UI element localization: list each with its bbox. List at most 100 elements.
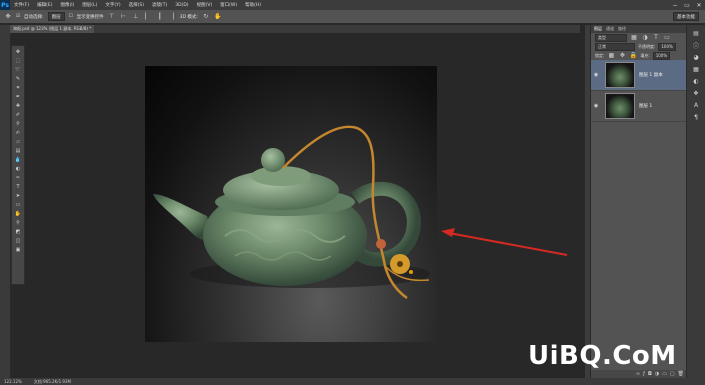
color-swatches-icon[interactable]: ◩ (13, 228, 23, 236)
auto-select-dropdown[interactable]: 图层 (47, 12, 65, 21)
zoom-tool-icon[interactable]: ⚲ (13, 219, 23, 227)
3d-mode-label: 3D 模式: (179, 14, 198, 20)
document-tab-bar: 海报.psd @ 123% (图层 1 副本, RGB/8) * (10, 25, 580, 33)
filter-row: 类型 ▦ ◑ T ▭ (591, 33, 687, 42)
styles-panel-icon[interactable]: ❖ (692, 89, 700, 97)
fill-input[interactable]: 100% (652, 51, 671, 60)
blend-mode-dropdown[interactable]: 正常 (595, 42, 635, 51)
layer-name[interactable]: 图层 1 副本 (639, 72, 663, 78)
adjustment-layer-icon[interactable]: ◑ (655, 371, 659, 377)
align-middle-icon[interactable]: ⊢ (120, 13, 128, 21)
document-tab[interactable]: 海报.psd @ 123% (图层 1 副本, RGB/8) * (10, 25, 95, 33)
link-layers-icon[interactable]: ∞ (636, 371, 640, 377)
zoom-level[interactable]: 122.12% (4, 379, 22, 384)
quick-select-icon[interactable]: ✎ (13, 75, 23, 83)
paragraph-panel-icon[interactable]: ¶ (692, 113, 700, 121)
blur-icon[interactable]: 💧 (13, 156, 23, 164)
document-size: 文档:965.2K/1.93M (33, 378, 71, 384)
pen-tool-icon[interactable]: ✑ (13, 174, 23, 182)
maximize-button[interactable]: ▭ (681, 0, 693, 10)
align-center-icon[interactable]: ┃ (156, 13, 164, 21)
lasso-tool-icon[interactable]: ➰ (13, 66, 23, 74)
align-left-icon[interactable]: ▏ (144, 13, 152, 21)
show-transform-checkbox[interactable]: ☐ (69, 14, 73, 19)
delete-layer-icon[interactable]: 🗑 (678, 371, 684, 377)
3d-pan-icon[interactable]: ✋ (214, 13, 222, 21)
clone-stamp-icon[interactable]: ⚲ (13, 120, 23, 128)
shape-tool-icon[interactable]: ▭ (13, 201, 23, 209)
filter-image-icon[interactable]: ▦ (630, 34, 638, 42)
screen-mode-icon[interactable]: ▣ (13, 246, 23, 254)
visibility-eye-icon[interactable]: ◉ (591, 103, 601, 109)
workspace-switcher[interactable]: 基本功能 (673, 12, 699, 21)
marquee-tool-icon[interactable]: ⬚ (13, 57, 23, 65)
menu-filter[interactable]: 滤镜(T) (148, 2, 171, 8)
menu-type[interactable]: 文字(Y) (101, 2, 124, 8)
filter-type-icon[interactable]: T (652, 34, 660, 42)
layer-row-selected[interactable]: ◉ 图层 1 副本 (591, 60, 687, 91)
character-panel-icon[interactable]: A (692, 101, 700, 109)
filter-adjust-icon[interactable]: ◑ (641, 34, 649, 42)
auto-select-label: 自动选择: (24, 14, 44, 20)
layer-thumbnail (605, 93, 635, 119)
menu-view[interactable]: 视图(V) (193, 2, 217, 8)
layer-name[interactable]: 图层 1 (639, 103, 652, 109)
color-panel-icon[interactable]: ◕ (692, 53, 700, 61)
eyedropper-icon[interactable]: ✒ (13, 93, 23, 101)
menu-window[interactable]: 窗口(W) (216, 2, 241, 8)
layer-row[interactable]: ◉ 图层 1 (591, 91, 687, 122)
canvas-image[interactable] (145, 66, 437, 342)
layer-thumbnail (605, 62, 635, 88)
menu-image[interactable]: 图像(I) (56, 2, 78, 8)
gradient-icon[interactable]: ▤ (13, 147, 23, 155)
visibility-eye-icon[interactable]: ◉ (591, 72, 601, 78)
menu-layer[interactable]: 图层(L) (78, 2, 101, 8)
path-select-icon[interactable]: ➤ (13, 192, 23, 200)
crop-tool-icon[interactable]: ⌗ (13, 84, 23, 92)
eraser-icon[interactable]: ▱ (13, 138, 23, 146)
fx-icon[interactable]: ƒ (643, 371, 645, 377)
add-mask-icon[interactable]: ◘ (648, 371, 652, 377)
hand-tool-icon[interactable]: ✋ (13, 210, 23, 218)
menu-3d[interactable]: 3D(D) (171, 3, 192, 8)
lock-all-icon[interactable]: 🔒 (629, 52, 637, 60)
history-panel-icon[interactable]: ▤ (692, 29, 700, 37)
lock-pixels-icon[interactable]: ▦ (607, 52, 615, 60)
type-tool-icon[interactable]: T (13, 183, 23, 191)
menu-help[interactable]: 帮助(H) (241, 2, 265, 8)
align-top-icon[interactable]: ⊤ (108, 13, 116, 21)
adjustments-panel-icon[interactable]: ◐ (692, 77, 700, 85)
tab-paths[interactable]: 路径 (618, 26, 626, 32)
move-tool-icon[interactable]: ✥ (4, 13, 12, 21)
quick-mask-icon[interactable]: ◫ (13, 237, 23, 245)
menu-edit[interactable]: 编辑(E) (33, 2, 56, 8)
move-tool-icon[interactable]: ✥ (13, 48, 23, 56)
status-bar: 122.12% 文档:965.2K/1.93M (0, 378, 705, 385)
align-bottom-icon[interactable]: ⊥ (132, 13, 140, 21)
menu-file[interactable]: 文件(F) (10, 2, 33, 8)
lock-position-icon[interactable]: ✥ (618, 52, 626, 60)
properties-panel-icon[interactable]: ⓘ (692, 41, 700, 50)
history-brush-icon[interactable]: ✍ (13, 129, 23, 137)
align-right-icon[interactable]: ▕ (168, 13, 176, 21)
minimize-button[interactable]: − (669, 0, 681, 10)
opacity-input[interactable]: 100% (658, 42, 676, 51)
dodge-icon[interactable]: ◐ (13, 165, 23, 173)
options-bar: ✥ ☑ 自动选择: 图层 ☐ 显示变换控件 ⊤ ⊢ ⊥ ▏ ┃ ▕ 3D 模式:… (0, 10, 705, 24)
red-arrow-annotation (441, 228, 568, 256)
new-group-icon[interactable]: ▭ (662, 371, 667, 377)
new-layer-icon[interactable]: ▢ (670, 371, 675, 377)
tab-channels[interactable]: 通道 (606, 26, 614, 32)
close-button[interactable]: ✕ (693, 0, 705, 10)
menu-select[interactable]: 选择(S) (125, 2, 148, 8)
show-transform-label: 显示变换控件 (76, 14, 104, 20)
tab-layers[interactable]: 图层 (594, 26, 602, 32)
auto-select-checkbox[interactable]: ☑ (16, 14, 20, 19)
swatches-panel-icon[interactable]: ▦ (692, 65, 700, 73)
healing-brush-icon[interactable]: ✚ (13, 102, 23, 110)
layer-filter-dropdown[interactable]: 类型 (595, 33, 627, 42)
brush-tool-icon[interactable]: ✐ (13, 111, 23, 119)
opacity-label: 不透明度: (638, 43, 656, 49)
3d-rotate-icon[interactable]: ↻ (202, 13, 210, 21)
filter-shape-icon[interactable]: ▭ (663, 34, 671, 42)
